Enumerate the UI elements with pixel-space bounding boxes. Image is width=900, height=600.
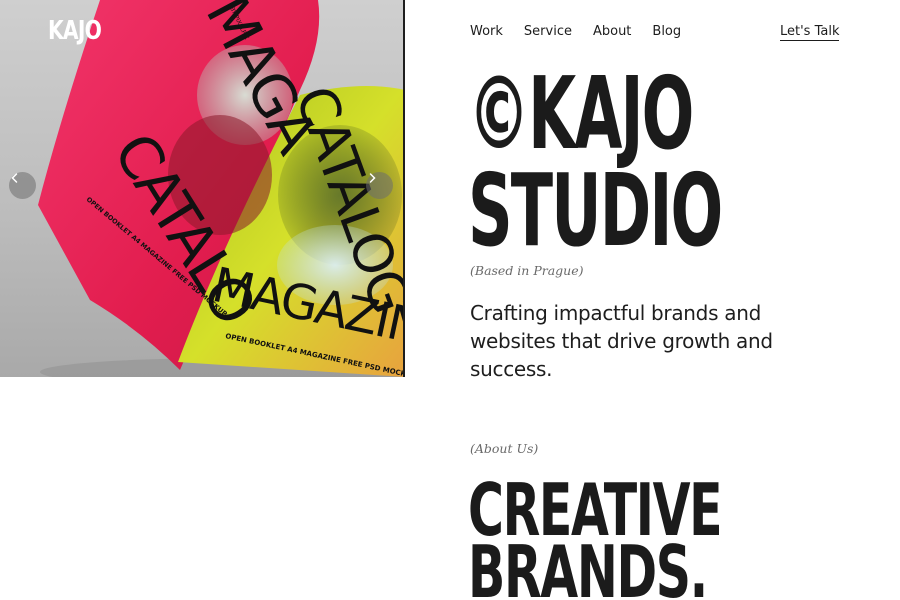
nav-item-blog[interactable]: Blog bbox=[652, 24, 681, 39]
hero-carousel[interactable]: BY PIXELPIX MAGA CATALO OPEN BOOKLET A4 … bbox=[0, 0, 405, 377]
nav-item-about[interactable]: About bbox=[593, 24, 631, 39]
lets-talk-link[interactable]: Let's Talk bbox=[780, 24, 840, 41]
nav-item-service[interactable]: Service bbox=[524, 24, 572, 39]
magazine-mockup-image: BY PIXELPIX MAGA CATALO OPEN BOOKLET A4 … bbox=[38, 0, 405, 377]
page: BY PIXELPIX MAGA CATALO OPEN BOOKLET A4 … bbox=[0, 0, 900, 600]
hero-headline-line2: STUDIO bbox=[468, 152, 723, 269]
hero-divider bbox=[403, 0, 405, 377]
main-nav: Work Service About Blog bbox=[470, 24, 681, 39]
nav-item-work[interactable]: Work bbox=[470, 24, 503, 39]
hero-lead-text: Crafting impactful brands and websites t… bbox=[470, 301, 773, 381]
about-tag: (About Us) bbox=[470, 441, 539, 456]
chevron-right-icon bbox=[369, 173, 376, 183]
site-logo[interactable]: KAJO bbox=[48, 16, 102, 46]
carousel-prev-button[interactable] bbox=[9, 172, 36, 199]
about-headline-line2: BRANDS. bbox=[468, 530, 708, 600]
location-tag: (Based in Prague) bbox=[470, 263, 584, 278]
chevron-left-icon bbox=[11, 173, 18, 183]
carousel-next-button[interactable] bbox=[366, 172, 393, 199]
hero-headline-line1: ©KAJO bbox=[468, 55, 694, 172]
